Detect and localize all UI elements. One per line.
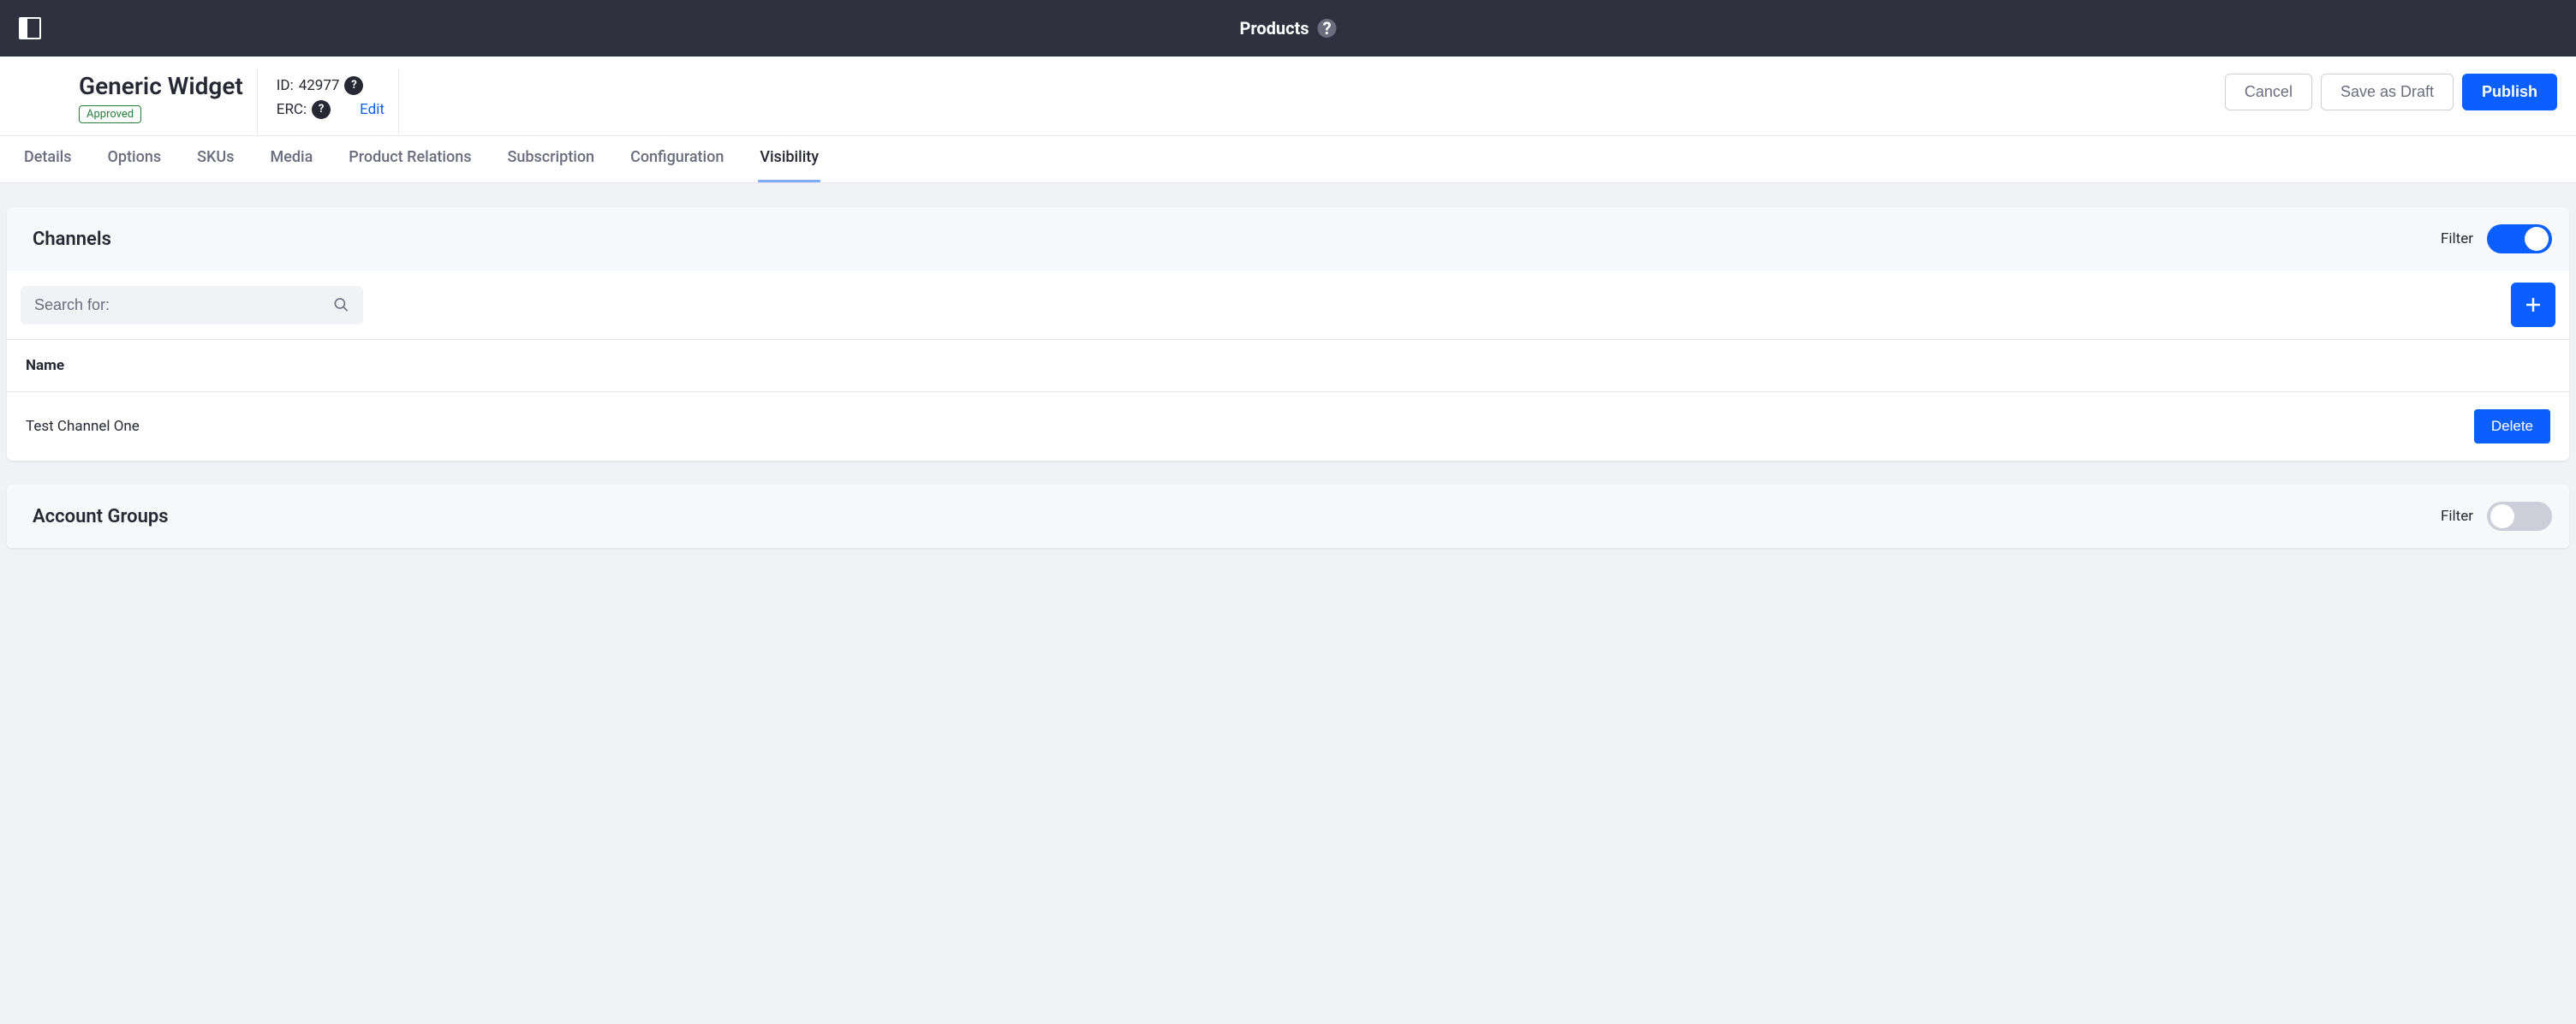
tab-subscription[interactable]: Subscription	[505, 136, 596, 182]
tab-configuration[interactable]: Configuration	[629, 136, 725, 182]
sidebar-toggle-icon[interactable]	[19, 17, 41, 39]
title-column: Generic Widget Approved	[19, 68, 258, 135]
topbar-title: Products ?	[1239, 18, 1336, 39]
publish-button[interactable]: Publish	[2462, 74, 2557, 110]
tab-visibility[interactable]: Visibility	[758, 136, 820, 182]
search-input[interactable]	[34, 296, 333, 314]
tab-options[interactable]: Options	[106, 136, 164, 182]
search-icon	[333, 296, 349, 313]
col-name: Name	[26, 357, 64, 374]
tab-skus[interactable]: SKUs	[195, 136, 236, 182]
cancel-button[interactable]: Cancel	[2225, 74, 2312, 110]
account-groups-filter-label: Filter	[2441, 508, 2473, 525]
erc-help-icon[interactable]: ?	[312, 100, 331, 119]
id-row: ID: 42977 ?	[277, 74, 385, 98]
tabs: Details Options SKUs Media Product Relat…	[0, 136, 2576, 183]
content-area: Channels Filter Name Test Channel One De…	[0, 183, 2576, 572]
channels-filter-label: Filter	[2441, 230, 2473, 247]
plus-icon	[2523, 295, 2543, 315]
account-groups-panel: Account Groups Filter	[7, 485, 2569, 548]
channels-filter-toggle[interactable]	[2487, 224, 2552, 253]
id-help-icon[interactable]: ?	[344, 76, 363, 95]
channels-toolbar	[7, 271, 2569, 340]
channels-title: Channels	[24, 229, 111, 250]
account-groups-filter: Filter	[2441, 502, 2552, 531]
product-header-left: Generic Widget Approved ID: 42977 ? ERC:…	[19, 68, 399, 135]
help-icon[interactable]: ?	[1318, 19, 1337, 38]
erc-label: ERC:	[277, 98, 307, 122]
channels-table-header: Name	[7, 340, 2569, 392]
meta-column: ID: 42977 ? ERC: ? Edit	[273, 68, 399, 134]
product-header: Generic Widget Approved ID: 42977 ? ERC:…	[0, 57, 2576, 136]
tab-product-relations[interactable]: Product Relations	[347, 136, 473, 182]
account-groups-title: Account Groups	[24, 506, 169, 527]
channels-search[interactable]	[21, 286, 363, 324]
account-groups-header: Account Groups Filter	[7, 485, 2569, 548]
page-title: Products	[1239, 18, 1309, 39]
tab-media[interactable]: Media	[268, 136, 314, 182]
channels-filter: Filter	[2441, 224, 2552, 253]
add-channel-button[interactable]	[2511, 283, 2555, 327]
tab-details[interactable]: Details	[22, 136, 74, 182]
action-buttons: Cancel Save as Draft Publish	[2225, 68, 2557, 121]
status-badge: Approved	[79, 105, 141, 123]
channel-name: Test Channel One	[26, 418, 140, 435]
account-groups-filter-toggle[interactable]	[2487, 502, 2552, 531]
id-value: 42977	[299, 74, 340, 98]
id-label: ID:	[277, 74, 294, 98]
edit-link[interactable]: Edit	[360, 98, 385, 122]
erc-row: ERC: ? Edit	[277, 98, 385, 122]
table-row: Test Channel One Delete	[7, 392, 2569, 461]
delete-button[interactable]: Delete	[2474, 409, 2550, 444]
channels-panel: Channels Filter Name Test Channel One De…	[7, 207, 2569, 461]
channels-header: Channels Filter	[7, 207, 2569, 271]
topbar: Products ?	[0, 0, 2576, 57]
product-title: Generic Widget	[79, 72, 243, 100]
save-draft-button[interactable]: Save as Draft	[2321, 74, 2454, 110]
